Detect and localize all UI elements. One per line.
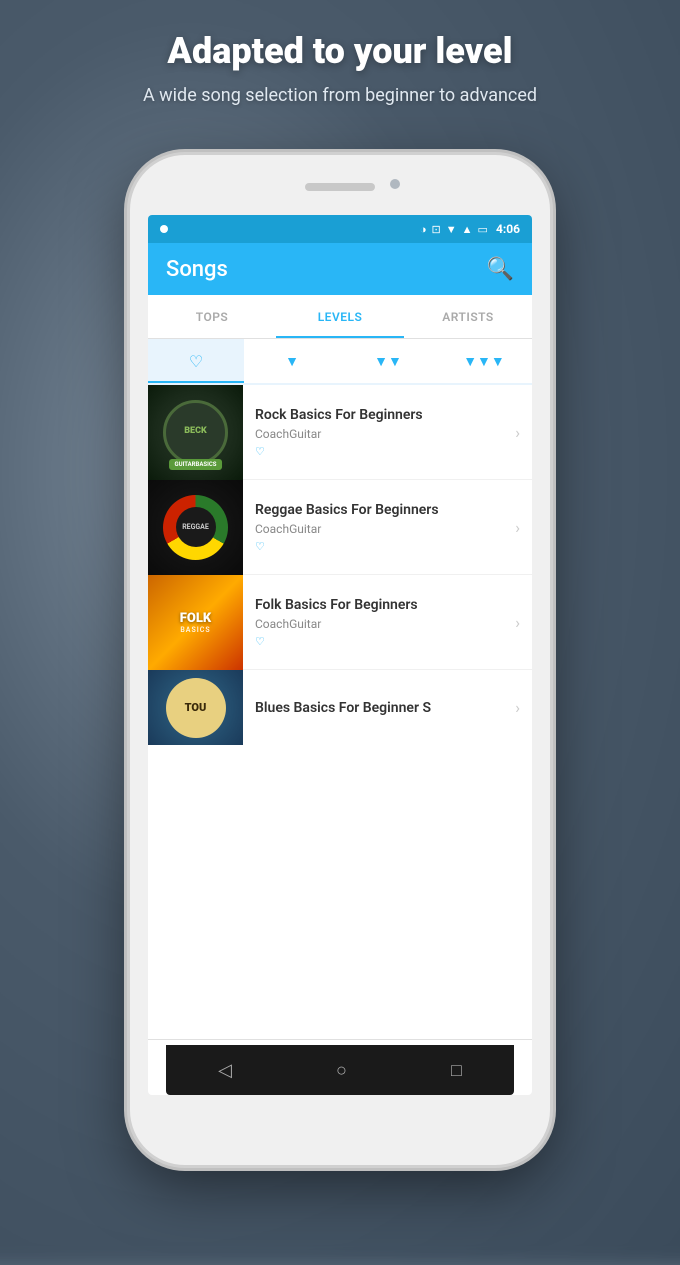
phone-camera xyxy=(390,179,400,189)
android-nav-bar: ◁ ○ □ xyxy=(166,1045,514,1095)
brightness-icon: ◑ xyxy=(420,223,427,236)
song-thumbnail-rock: BECK GUITARBASICS xyxy=(148,385,243,480)
phone-mockup: ◑ ⊡ ▼ ▲ ▭ 4:06 Songs 🔍 TOPS LEVEL xyxy=(130,155,550,1165)
status-right-icons: ◑ ⊡ ▼ ▲ ▭ 4:06 xyxy=(420,222,520,236)
song-name-rock: Rock Basics For Beginners xyxy=(255,407,503,423)
song-info-blues: Blues Basics For Beginner S xyxy=(243,700,515,716)
triangle-3-icon: ▼▼▼ xyxy=(463,353,505,370)
song-artist-rock: CoachGuitar xyxy=(255,427,503,441)
battery-icon: ▭ xyxy=(478,223,488,236)
triangle-1-icon: ▼ xyxy=(285,353,299,370)
signal-icon: ▲ xyxy=(462,223,473,236)
heart-outline-icon: ♡ xyxy=(189,352,203,371)
song-item-blues[interactable]: ToU Blues Basics For Beginner S › xyxy=(148,670,532,745)
song-info-rock: Rock Basics For Beginners CoachGuitar ♡ xyxy=(243,407,515,458)
song-thumbnail-reggae: REGGAE xyxy=(148,480,243,575)
song-thumbnail-blues: ToU xyxy=(148,670,243,745)
song-name-folk: Folk Basics For Beginners xyxy=(255,597,503,613)
phone-screen: ◑ ⊡ ▼ ▲ ▭ 4:06 Songs 🔍 TOPS LEVEL xyxy=(148,215,532,1095)
phone-speaker xyxy=(305,183,375,191)
song-item-reggae[interactable]: REGGAE Reggae Basics For Beginners Coach… xyxy=(148,480,532,575)
app-title: Songs xyxy=(166,257,228,282)
song-level-rock: ♡ xyxy=(255,445,503,458)
level-tab-intermediate[interactable]: ▼▼ xyxy=(340,339,436,383)
tab-bar: TOPS LEVELS ARTISTS xyxy=(148,295,532,339)
song-info-folk: Folk Basics For Beginners CoachGuitar ♡ xyxy=(243,597,515,648)
level-filter-tabs: ♡ ▼ ▼▼ ▼▼▼ xyxy=(148,339,532,385)
song-info-reggae: Reggae Basics For Beginners CoachGuitar … xyxy=(243,502,515,553)
android-recent-button[interactable]: □ xyxy=(451,1060,462,1081)
song-item-rock[interactable]: BECK GUITARBASICS Rock Basics For Beginn… xyxy=(148,385,532,480)
chevron-right-icon-blues: › xyxy=(515,698,520,717)
header-section: Adapted to your level A wide song select… xyxy=(0,30,680,108)
song-level-reggae: ♡ xyxy=(255,540,503,553)
chevron-right-icon-reggae: › xyxy=(515,518,520,537)
status-notification-dot xyxy=(160,225,168,233)
android-home-button[interactable]: ○ xyxy=(336,1060,347,1081)
camera-icon: ⊡ xyxy=(432,223,441,236)
level-tab-beginner-outline[interactable]: ♡ xyxy=(148,339,244,383)
song-list: BECK GUITARBASICS Rock Basics For Beginn… xyxy=(148,385,532,1039)
status-time: 4:06 xyxy=(496,222,520,236)
tab-artists[interactable]: ARTISTS xyxy=(404,295,532,338)
search-button[interactable]: 🔍 xyxy=(487,257,514,282)
song-artist-reggae: CoachGuitar xyxy=(255,522,503,536)
song-level-folk: ♡ xyxy=(255,635,503,648)
song-thumbnail-folk: FOLK BASICS xyxy=(148,575,243,670)
level-tab-advanced[interactable]: ▼▼▼ xyxy=(436,339,532,383)
song-name-reggae: Reggae Basics For Beginners xyxy=(255,502,503,518)
song-artist-folk: CoachGuitar xyxy=(255,617,503,631)
level-tab-beginner-1[interactable]: ▼ xyxy=(244,339,340,383)
song-name-blues: Blues Basics For Beginner S xyxy=(255,700,503,716)
wifi-icon: ▼ xyxy=(446,223,457,236)
main-headline: Adapted to your level xyxy=(0,30,680,73)
song-item-folk[interactable]: FOLK BASICS Folk Basics For Beginners Co… xyxy=(148,575,532,670)
android-back-button[interactable]: ◁ xyxy=(218,1060,232,1081)
triangle-2-icon: ▼▼ xyxy=(374,353,402,370)
status-bar: ◑ ⊡ ▼ ▲ ▭ 4:06 xyxy=(148,215,532,243)
tab-levels[interactable]: LEVELS xyxy=(276,295,404,338)
app-bar: Songs 🔍 xyxy=(148,243,532,295)
tab-tops[interactable]: TOPS xyxy=(148,295,276,338)
chevron-right-icon-folk: › xyxy=(515,613,520,632)
chevron-right-icon-rock: › xyxy=(515,423,520,442)
main-subtitle: A wide song selection from beginner to a… xyxy=(0,83,680,108)
phone-body: ◑ ⊡ ▼ ▲ ▭ 4:06 Songs 🔍 TOPS LEVEL xyxy=(130,155,550,1165)
